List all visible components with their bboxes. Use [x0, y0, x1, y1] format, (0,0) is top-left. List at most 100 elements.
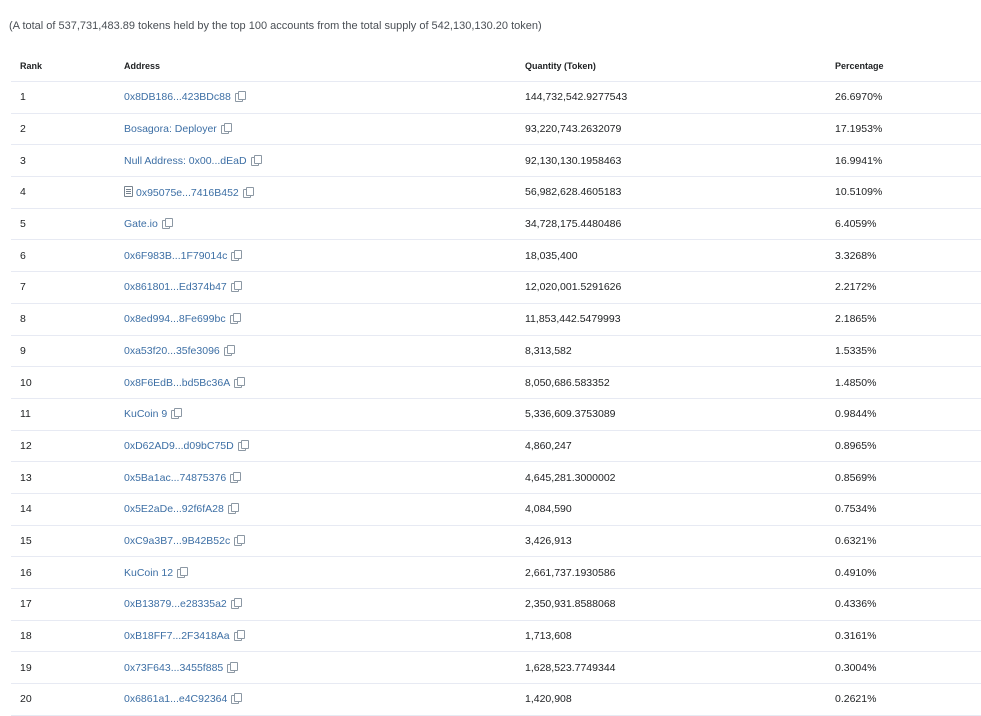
address-cell: 0x6F983B...1F79014c — [115, 239, 516, 273]
address-cell: 0x6861a1...e4C92364 — [115, 683, 516, 716]
percentage-cell: 2.2172% — [826, 271, 981, 304]
address-link[interactable]: 0x95075e...7416B452 — [136, 187, 239, 199]
copy-icon[interactable] — [229, 313, 241, 325]
percentage-cell: 26.6970% — [826, 81, 981, 114]
rank-cell: 20 — [11, 683, 115, 716]
table-row: 8 0x8ed994...8Fe699bc 11,853,442.5479993 2.… — [11, 303, 981, 336]
copy-icon[interactable] — [234, 534, 246, 546]
copy-icon[interactable] — [231, 249, 243, 261]
copy-icon[interactable] — [177, 566, 189, 578]
address-cell: 0x8ed994...8Fe699bc — [115, 303, 516, 336]
address-cell: 0xa53f20...35fe3096 — [115, 335, 516, 368]
column-header-rank[interactable]: Rank — [11, 50, 115, 82]
table-row: 5 Gate.io 34,728,175.4480486 6.4059% — [11, 208, 981, 241]
percentage-cell: 1.5335% — [826, 335, 981, 368]
copy-icon[interactable] — [250, 154, 262, 166]
copy-icon[interactable] — [242, 186, 254, 198]
address-link[interactable]: 0x5E2aDe...92f6fA28 — [124, 503, 224, 515]
table-row: 19 0x73F643...3455f885 1,628,523.7749344 0.… — [11, 651, 981, 685]
rank-cell: 16 — [11, 556, 115, 589]
table-row: 7 0x861801...Ed374b47 12,020,001.5291626 2.… — [11, 271, 981, 304]
address-link[interactable]: 0x73F643...3455f885 — [124, 662, 223, 674]
quantity-cell: 92,130,130.1958463 — [516, 144, 826, 178]
address-link[interactable]: 0x5Ba1ac...74875376 — [124, 472, 226, 484]
address-link[interactable]: 0x861801...Ed374b47 — [124, 281, 227, 293]
address-cell: Bosagora: Deployer — [115, 113, 516, 146]
copy-icon[interactable] — [230, 281, 242, 293]
address-link[interactable]: 0xB18FF7...2F3418Aa — [124, 630, 230, 642]
rank-cell: 18 — [11, 620, 115, 653]
percentage-cell: 6.4059% — [826, 208, 981, 241]
address-cell: 0x95075e...7416B452 — [115, 176, 516, 209]
table-row: 12 0xD62AD9...d09bC75D 4,860,247 0.8965% — [11, 430, 981, 463]
percentage-cell: 0.4336% — [826, 588, 981, 621]
column-header-address[interactable]: Address — [115, 50, 516, 82]
percentage-cell: 0.7534% — [826, 493, 981, 526]
quantity-cell: 1,628,523.7749344 — [516, 651, 826, 685]
copy-icon[interactable] — [230, 471, 242, 483]
quantity-cell: 11,853,442.5479993 — [516, 303, 826, 336]
percentage-cell: 0.3161% — [826, 620, 981, 653]
address-cell: Null Address: 0x00...dEaD — [115, 144, 516, 178]
copy-icon[interactable] — [234, 376, 246, 388]
address-link[interactable]: Bosagora: Deployer — [124, 123, 217, 135]
address-cell: 0x8F6EdB...bd5Bc36A — [115, 366, 516, 399]
address-link[interactable]: 0x8ed994...8Fe699bc — [124, 313, 226, 325]
table-row: 13 0x5Ba1ac...74875376 4,645,281.3000002 0.… — [11, 461, 981, 494]
address-cell: Gate.io — [115, 208, 516, 241]
address-link[interactable]: 0x8DB186...423BDc88 — [124, 91, 231, 103]
column-header-percentage[interactable]: Percentage — [826, 50, 981, 82]
address-link[interactable]: KuCoin 12 — [124, 567, 173, 579]
rank-cell: 9 — [11, 335, 115, 368]
rank-cell: 1 — [11, 81, 115, 114]
address-link[interactable]: 0xC9a3B7...9B42B52c — [124, 535, 230, 547]
copy-icon[interactable] — [234, 91, 246, 103]
copy-icon[interactable] — [233, 630, 245, 642]
copy-icon[interactable] — [220, 123, 232, 135]
copy-icon[interactable] — [223, 344, 235, 356]
address-cell: 0xD62AD9...d09bC75D — [115, 430, 516, 463]
copy-icon[interactable] — [227, 661, 239, 673]
address-link[interactable]: 0xB13879...e28335a2 — [124, 598, 227, 610]
table-row: 14 0x5E2aDe...92f6fA28 4,084,590 0.7534% — [11, 493, 981, 526]
address-link[interactable]: 0xa53f20...35fe3096 — [124, 345, 220, 357]
rank-cell: 2 — [11, 113, 115, 146]
address-link[interactable]: Gate.io — [124, 218, 158, 230]
table-row: 6 0x6F983B...1F79014c 18,035,400 3.3268% — [11, 239, 981, 273]
rank-cell: 13 — [11, 461, 115, 494]
percentage-cell: 0.8965% — [826, 430, 981, 463]
address-link[interactable]: 0x6861a1...e4C92364 — [124, 693, 227, 705]
copy-icon[interactable] — [231, 693, 243, 705]
copy-icon[interactable] — [171, 408, 183, 420]
percentage-cell: 3.3268% — [826, 239, 981, 273]
table-row: 4 0x95075e...7416B452 56,982,628.4605183 10… — [11, 176, 981, 209]
copy-icon[interactable] — [227, 503, 239, 515]
percentage-cell: 0.4910% — [826, 556, 981, 589]
table-row: 10 0x8F6EdB...bd5Bc36A 8,050,686.583352 1.4… — [11, 366, 981, 399]
table-row: 15 0xC9a3B7...9B42B52c 3,426,913 0.6321% — [11, 525, 981, 558]
rank-cell: 5 — [11, 208, 115, 241]
address-link[interactable]: 0x6F983B...1F79014c — [124, 250, 227, 262]
holders-table: Rank Address Quantity (Token) Percentage… — [11, 50, 981, 716]
address-cell: KuCoin 9 — [115, 398, 516, 431]
percentage-cell: 0.8569% — [826, 461, 981, 494]
rank-cell: 14 — [11, 493, 115, 526]
address-cell: 0xC9a3B7...9B42B52c — [115, 525, 516, 558]
quantity-cell: 144,732,542.9277543 — [516, 81, 826, 114]
address-link[interactable]: KuCoin 9 — [124, 408, 167, 420]
address-cell: 0x861801...Ed374b47 — [115, 271, 516, 304]
address-link[interactable]: 0xD62AD9...d09bC75D — [124, 440, 234, 452]
copy-icon[interactable] — [161, 218, 173, 230]
table-row: 18 0xB18FF7...2F3418Aa 1,713,608 0.3161% — [11, 620, 981, 653]
address-cell: 0x8DB186...423BDc88 — [115, 81, 516, 114]
quantity-cell: 4,645,281.3000002 — [516, 461, 826, 494]
column-header-quantity[interactable]: Quantity (Token) — [516, 50, 826, 82]
table-row: 1 0x8DB186...423BDc88 144,732,542.9277543 2… — [11, 81, 981, 114]
table-row: 17 0xB13879...e28335a2 2,350,931.8588068 0.… — [11, 588, 981, 621]
rank-cell: 17 — [11, 588, 115, 621]
address-link[interactable]: Null Address: 0x00...dEaD — [124, 155, 247, 167]
table-row: 11 KuCoin 9 5,336,609.3753089 0.9844% — [11, 398, 981, 431]
copy-icon[interactable] — [230, 598, 242, 610]
copy-icon[interactable] — [237, 439, 249, 451]
address-link[interactable]: 0x8F6EdB...bd5Bc36A — [124, 377, 230, 389]
